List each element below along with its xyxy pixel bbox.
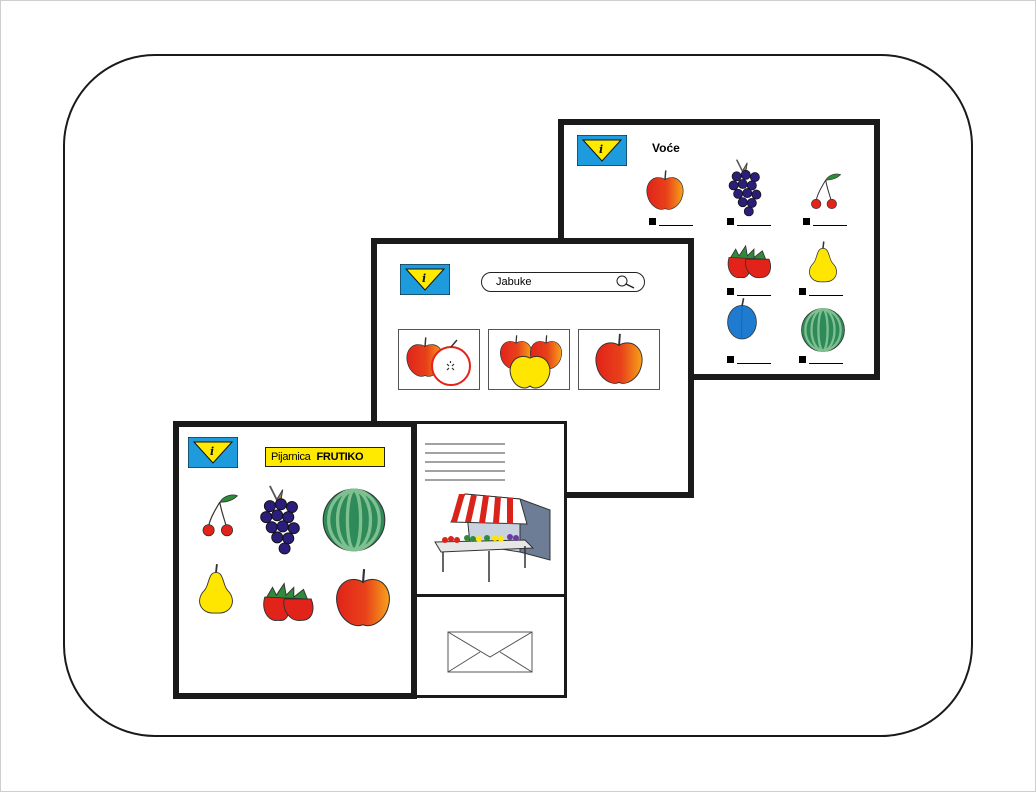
apple-icon[interactable] <box>331 567 395 631</box>
cherry-icon[interactable] <box>199 489 239 541</box>
shop-banner: Pijarnica FRUTIKO <box>265 447 385 467</box>
pear-icon[interactable] <box>804 239 842 285</box>
watermelon-icon[interactable] <box>321 487 387 553</box>
shop-banner-bold: FRUTIKO <box>316 451 364 463</box>
catalog-checkbox[interactable] <box>727 217 771 227</box>
catalog-checkbox[interactable] <box>799 355 843 365</box>
contact-panel <box>412 594 567 698</box>
result-thumbnail[interactable] <box>488 329 570 390</box>
catalog-checkbox[interactable] <box>649 217 693 227</box>
catalog-title: Voće <box>652 141 680 155</box>
strawberry-icon[interactable] <box>259 575 317 625</box>
info-logo-icon[interactable] <box>577 135 627 166</box>
pear-icon[interactable] <box>193 561 239 617</box>
info-logo-icon[interactable] <box>188 437 238 468</box>
envelope-icon[interactable] <box>415 597 564 695</box>
strawberry-icon[interactable] <box>724 239 774 281</box>
apple-half-icon <box>406 336 471 386</box>
catalog-checkbox[interactable] <box>803 217 847 227</box>
cherry-icon[interactable] <box>808 169 842 213</box>
catalog-checkbox[interactable] <box>799 287 843 297</box>
result-thumbnail[interactable] <box>398 329 480 390</box>
watermelon-icon[interactable] <box>800 307 846 353</box>
search-input[interactable]: Jabuke <box>481 272 645 292</box>
catalog-checkbox[interactable] <box>727 355 771 365</box>
home-screen: Pijarnica FRUTIKO <box>173 421 417 699</box>
apple-trio-icon <box>499 334 563 389</box>
plum-icon[interactable] <box>722 293 762 345</box>
market-stall-icon[interactable] <box>415 424 564 594</box>
result-thumbnail[interactable] <box>578 329 660 390</box>
shop-banner-regular: Pijarnica <box>271 451 311 463</box>
search-query: Jabuke <box>496 276 532 288</box>
apple-icon <box>594 332 644 385</box>
info-logo-icon[interactable] <box>400 264 450 295</box>
grapes-icon[interactable] <box>726 155 764 219</box>
search-icon[interactable] <box>614 274 636 290</box>
apple-icon[interactable] <box>643 169 687 213</box>
grapes-icon[interactable] <box>257 481 303 557</box>
market-info-panel <box>412 421 567 597</box>
